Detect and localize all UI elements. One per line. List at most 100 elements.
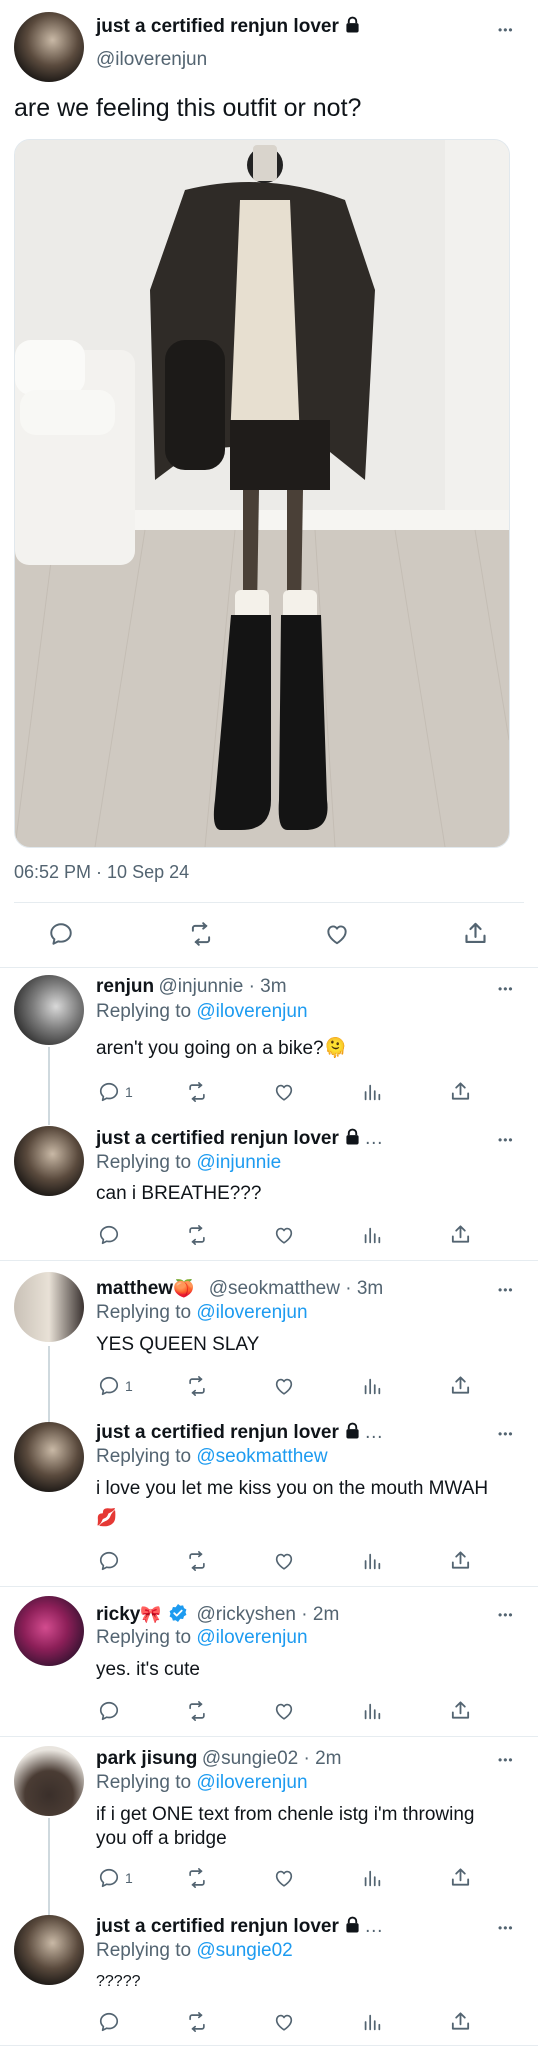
replying-to: Replying to @iloverenjun	[96, 1001, 308, 1023]
views-icon[interactable]	[361, 1700, 383, 1722]
replying-to-link[interactable]: @seokmatthew	[196, 1446, 327, 1467]
replying-to-link[interactable]: @iloverenjun	[196, 1627, 307, 1648]
lock-icon	[345, 1422, 360, 1440]
reply-display-name[interactable]: just a certified renjun lover	[96, 1422, 339, 1443]
reply-header: matthew🍑 @seokmatthew · 3m	[96, 1278, 383, 1300]
more-icon[interactable]: •••	[498, 23, 514, 37]
like-icon[interactable]	[273, 1375, 295, 1397]
views-icon[interactable]	[361, 1550, 383, 1572]
replying-to-prefix: Replying to	[96, 1152, 192, 1173]
retweet-icon[interactable]	[186, 1224, 208, 1246]
replying-to-prefix: Replying to	[96, 1772, 192, 1793]
tweet-text: are we feeling this outfit or not?	[14, 94, 362, 122]
reply-avatar[interactable]	[14, 975, 84, 1045]
share-icon[interactable]	[449, 1866, 472, 1889]
reply-avatar[interactable]	[14, 1746, 84, 1816]
reply-divider	[0, 1586, 538, 1587]
like-icon[interactable]	[273, 1550, 295, 1572]
reply-count: 1	[125, 1084, 133, 1100]
reply-avatar[interactable]	[14, 1596, 84, 1666]
share-icon[interactable]	[449, 1374, 472, 1397]
reply-icon[interactable]	[98, 1867, 120, 1889]
share-icon[interactable]	[449, 1080, 472, 1103]
retweet-icon[interactable]	[186, 1081, 208, 1103]
like-icon[interactable]	[273, 1867, 295, 1889]
thread-line	[48, 1818, 50, 1918]
reply-display-name[interactable]: just a certified renjun lover	[96, 1128, 339, 1149]
author-display-name[interactable]: just a certified renjun lover	[96, 16, 360, 38]
retweet-icon[interactable]	[188, 921, 214, 947]
reply-display-name[interactable]: ricky	[96, 1604, 140, 1625]
more-icon[interactable]: •••	[498, 982, 514, 996]
retweet-icon[interactable]	[186, 1375, 208, 1397]
more-icon[interactable]: •••	[498, 1753, 514, 1767]
retweet-icon[interactable]	[186, 1700, 208, 1722]
reply-handle: …	[364, 1916, 384, 1937]
replying-to: Replying to @sungie02	[96, 1940, 293, 1962]
reply-handle[interactable]: @rickyshen · 2m	[196, 1604, 339, 1625]
reply-icon[interactable]	[98, 1550, 120, 1572]
reply-icon[interactable]	[98, 2011, 120, 2033]
replying-to-prefix: Replying to	[96, 1940, 192, 1961]
reply-header: park jisung @sungie02 · 2m	[96, 1748, 342, 1770]
timestamp-divider	[14, 902, 524, 903]
reply-header: ricky🎀 @rickyshen · 2m	[96, 1603, 339, 1626]
more-icon[interactable]: •••	[498, 1921, 514, 1935]
reply-handle[interactable]: @injunnie · 3m	[159, 976, 287, 997]
thread-line	[48, 1047, 50, 1125]
reply-avatar[interactable]	[14, 1126, 84, 1196]
retweet-icon[interactable]	[186, 1867, 208, 1889]
views-icon[interactable]	[361, 1867, 383, 1889]
author-avatar[interactable]	[14, 12, 84, 82]
like-icon[interactable]	[324, 921, 350, 947]
reply-icon[interactable]	[98, 1224, 120, 1246]
views-icon[interactable]	[361, 1375, 383, 1397]
views-icon[interactable]	[361, 1081, 383, 1103]
more-icon[interactable]: •••	[498, 1283, 514, 1297]
share-icon[interactable]	[449, 2010, 472, 2033]
share-icon[interactable]	[449, 1699, 472, 1722]
reply-icon[interactable]	[98, 1375, 120, 1397]
author-handle[interactable]: @iloverenjun	[96, 49, 207, 71]
more-icon[interactable]: •••	[498, 1427, 514, 1441]
more-icon[interactable]: •••	[498, 1608, 514, 1622]
like-icon[interactable]	[273, 1081, 295, 1103]
tweet-photo[interactable]	[14, 139, 510, 848]
reply-display-name[interactable]: matthew	[96, 1278, 173, 1299]
retweet-icon[interactable]	[186, 2011, 208, 2033]
replying-to: Replying to @iloverenjun	[96, 1627, 308, 1649]
views-icon[interactable]	[361, 2011, 383, 2033]
reply-handle: …	[364, 1422, 384, 1443]
replying-to-prefix: Replying to	[96, 1302, 192, 1323]
reply-icon[interactable]	[48, 921, 74, 947]
like-icon[interactable]	[273, 1700, 295, 1722]
reply-avatar[interactable]	[14, 1422, 84, 1492]
reply-icon[interactable]	[98, 1081, 120, 1103]
share-icon[interactable]	[449, 1223, 472, 1246]
reply-handle[interactable]: @seokmatthew · 3m	[209, 1278, 384, 1299]
reply-avatar[interactable]	[14, 1915, 84, 1985]
reply-display-name[interactable]: park jisung	[96, 1748, 197, 1769]
replying-to: Replying to @seokmatthew	[96, 1446, 328, 1468]
replying-to-link[interactable]: @injunnie	[196, 1152, 281, 1173]
retweet-icon[interactable]	[186, 1550, 208, 1572]
replying-to-link[interactable]: @iloverenjun	[196, 1001, 307, 1022]
reply-text: ?????	[96, 1973, 141, 1990]
share-icon[interactable]	[449, 1549, 472, 1572]
more-icon[interactable]: •••	[498, 1133, 514, 1147]
reply-avatar[interactable]	[14, 1272, 84, 1342]
replying-to-link[interactable]: @iloverenjun	[196, 1772, 307, 1793]
reply-icon[interactable]	[98, 1700, 120, 1722]
reply-divider	[0, 1736, 538, 1737]
share-icon[interactable]	[462, 920, 489, 947]
views-icon[interactable]	[361, 1224, 383, 1246]
like-icon[interactable]	[273, 2011, 295, 2033]
like-icon[interactable]	[273, 1224, 295, 1246]
reply-display-name[interactable]: renjun	[96, 976, 154, 997]
reply-display-name[interactable]: just a certified renjun lover	[96, 1916, 339, 1937]
replying-to-link[interactable]: @iloverenjun	[196, 1302, 307, 1323]
replying-to-link[interactable]: @sungie02	[196, 1940, 292, 1961]
reply-text: yes. it's cute	[96, 1659, 200, 1680]
verified-badge-icon	[169, 1604, 187, 1622]
reply-handle[interactable]: @sungie02 · 2m	[202, 1748, 342, 1769]
